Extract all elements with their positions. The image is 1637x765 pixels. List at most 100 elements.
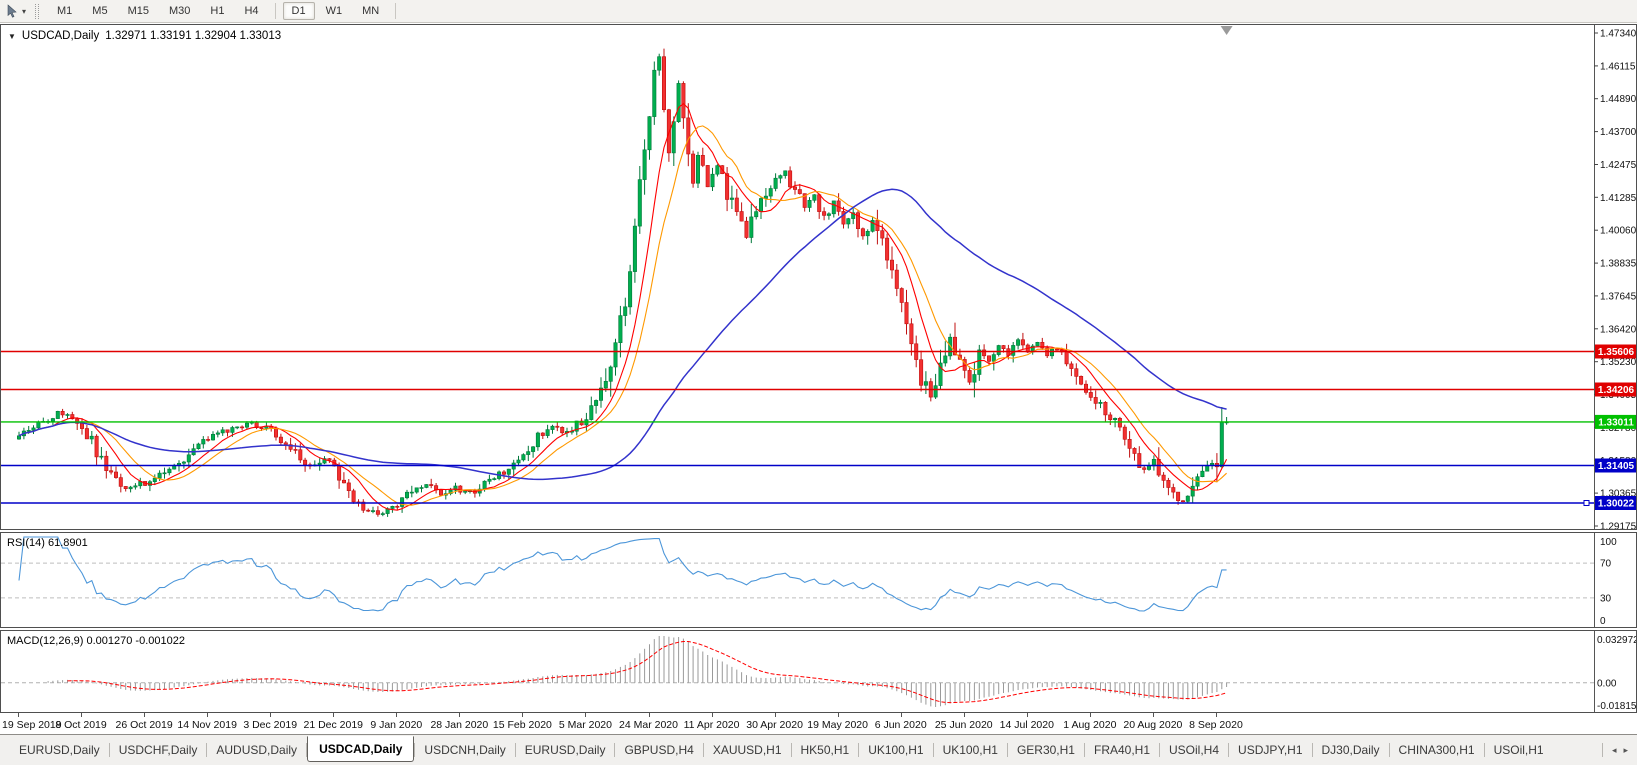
date-label: 14 Jul 2020 [1000, 719, 1054, 731]
toolbar-grip[interactable] [35, 4, 39, 19]
tab-usdchf-daily[interactable]: USDCHF,Daily [110, 740, 207, 760]
tab-usdjpy-h1[interactable]: USDJPY,H1 [1229, 740, 1311, 760]
toolbar-separator [395, 3, 396, 19]
chart-shift-marker[interactable] [1221, 26, 1233, 35]
tab-eurusd-daily[interactable]: EURUSD,Daily [516, 740, 615, 760]
rsi-line [19, 537, 1227, 611]
timeframe-button-h1[interactable]: H1 [201, 2, 233, 20]
timeframe-button-m1[interactable]: M1 [48, 2, 81, 20]
moving-average-55-line[interactable] [19, 189, 1227, 479]
tab-scroll-controls: ◂▸ [1593, 743, 1637, 757]
rsi-label: RSI(14) 61.8901 [7, 537, 88, 549]
tab-fra40-h1[interactable]: FRA40,H1 [1085, 740, 1159, 760]
tab-usdcnh-daily[interactable]: USDCNH,Daily [415, 740, 514, 760]
chart-tab-bar: EURUSD,DailyUSDCHF,DailyAUDUSD,DailyUSDC… [0, 734, 1637, 765]
moving-average-8-line[interactable] [19, 104, 1227, 511]
svg-text:1.42475: 1.42475 [1600, 160, 1636, 171]
macd-canvas[interactable]: 0.0329720.00-0.018154 [1, 631, 1636, 712]
time-axis-tick [1027, 713, 1028, 717]
time-axis-tick [585, 713, 586, 717]
svg-text:1.43700: 1.43700 [1600, 127, 1636, 138]
tab-usdcad-daily[interactable]: USDCAD,Daily [307, 736, 414, 762]
time-axis-tick [1090, 713, 1091, 717]
time-axis-tick [207, 713, 208, 717]
timeframe-button-w1[interactable]: W1 [317, 2, 352, 20]
svg-text:1.37645: 1.37645 [1600, 291, 1636, 302]
price-axis[interactable]: 1.473401.461151.448901.437001.424751.412… [1594, 29, 1636, 530]
date-label: 21 Dec 2019 [303, 719, 363, 731]
tab-gbpusd-h4[interactable]: GBPUSD,H4 [615, 740, 702, 760]
tab-usoil-h1[interactable]: USOil,H1 [1485, 740, 1553, 760]
time-axis-tick [901, 713, 902, 717]
svg-text:1.35230: 1.35230 [1600, 357, 1636, 368]
toolbar-separator [275, 3, 276, 19]
date-label: 5 Mar 2020 [559, 719, 612, 731]
cursor-tool-icon[interactable] [3, 2, 21, 20]
date-label: 9 Jan 2020 [370, 719, 422, 731]
date-label: 19 Sep 2019 [2, 719, 62, 731]
date-label: 28 Jan 2020 [430, 719, 488, 731]
window-menu-icon[interactable]: ▼ [8, 32, 16, 41]
svg-text:0: 0 [1600, 616, 1606, 627]
time-axis-tick [144, 713, 145, 717]
svg-text:1.34206: 1.34206 [1598, 385, 1635, 396]
main-chart-panel: 1.473401.461151.448901.437001.424751.412… [0, 24, 1637, 530]
timeframe-button-m15[interactable]: M15 [119, 2, 158, 20]
svg-text:30: 30 [1600, 593, 1612, 604]
tab-audusd-daily[interactable]: AUDUSD,Daily [207, 740, 306, 760]
timeframe-button-m30[interactable]: M30 [160, 2, 199, 20]
date-label: 19 May 2020 [807, 719, 868, 731]
chart-title: ▼ USDCAD,Daily 1.32971 1.33191 1.32904 1… [8, 30, 281, 42]
time-axis-tick [459, 713, 460, 717]
macd-signal-line [68, 642, 1227, 703]
line-drag-handle[interactable] [1584, 501, 1589, 506]
date-label: 6 Jun 2020 [875, 719, 927, 731]
svg-text:1.38835: 1.38835 [1600, 259, 1636, 270]
tab-scroll-left-icon[interactable]: ◂ [1612, 745, 1617, 756]
tab-dj30-daily[interactable]: DJ30,Daily [1313, 740, 1389, 760]
svg-text:1.40060: 1.40060 [1600, 226, 1636, 237]
svg-text:1.33011: 1.33011 [1598, 417, 1634, 428]
tab-usoil-h4[interactable]: USOil,H4 [1160, 740, 1228, 760]
timeframe-button-h4[interactable]: H4 [235, 2, 267, 20]
chart-symbol-label: USDCAD,Daily [22, 30, 99, 42]
time-axis-tick [1216, 713, 1217, 717]
date-label: 11 Apr 2020 [684, 719, 740, 731]
svg-text:0.032972: 0.032972 [1597, 635, 1636, 646]
tab-eurusd-daily[interactable]: EURUSD,Daily [10, 740, 109, 760]
rsi-canvas[interactable]: 10070300 [1, 533, 1636, 627]
timeframe-button-mn[interactable]: MN [353, 2, 388, 20]
tab-hk50-h1[interactable]: HK50,H1 [792, 740, 859, 760]
tab-china300-h1[interactable]: CHINA300,H1 [1390, 740, 1484, 760]
date-label: 15 Feb 2020 [493, 719, 552, 731]
timeframe-button-m5[interactable]: M5 [83, 2, 116, 20]
chart-ohlc-values: 1.32971 1.33191 1.32904 1.33013 [105, 30, 281, 42]
tab-scroll-right-icon[interactable]: ▸ [1623, 745, 1628, 756]
rsi-indicator-panel: 10070300 RSI(14) 61.8901 [0, 532, 1637, 628]
tab-uk100-h1[interactable]: UK100,H1 [859, 740, 932, 760]
date-label: 3 Dec 2019 [243, 719, 297, 731]
chevron-down-icon[interactable]: ▾ [21, 7, 31, 16]
time-axis-tick [838, 713, 839, 717]
date-label: 26 Oct 2019 [115, 719, 172, 731]
svg-text:1.36420: 1.36420 [1600, 324, 1636, 335]
time-axis-tick [775, 713, 776, 717]
tab-uk100-h1[interactable]: UK100,H1 [934, 740, 1007, 760]
svg-text:-0.018154: -0.018154 [1597, 701, 1636, 712]
svg-text:1.46115: 1.46115 [1600, 61, 1636, 72]
tab-xauusd-h1[interactable]: XAUUSD,H1 [704, 740, 791, 760]
trading-terminal-window: ▾ M1M5M15M30H1H4 D1W1MN 1.47340 1.46115 1.4… [0, 0, 1637, 765]
svg-text:1.44890: 1.44890 [1600, 94, 1636, 105]
timeframe-button-d1[interactable]: D1 [283, 2, 315, 20]
time-axis-tick [81, 713, 82, 717]
svg-text:1.47340: 1.47340 [1600, 29, 1636, 40]
tab-separator [1602, 743, 1603, 757]
main-chart-canvas[interactable]: 1.473401.461151.448901.437001.424751.412… [1, 25, 1636, 529]
macd-indicator-panel: 0.0329720.00-0.018154 MACD(12,26,9) 0.00… [0, 630, 1637, 713]
macd-label: MACD(12,26,9) 0.001270 -0.001022 [7, 635, 185, 647]
date-label: 1 Aug 2020 [1063, 719, 1116, 731]
time-axis[interactable]: 19 Sep 20198 Oct 201926 Oct 201914 Nov 2… [0, 713, 1637, 734]
time-axis-tick [270, 713, 271, 717]
tab-ger30-h1[interactable]: GER30,H1 [1008, 740, 1084, 760]
svg-text:100: 100 [1600, 537, 1617, 548]
